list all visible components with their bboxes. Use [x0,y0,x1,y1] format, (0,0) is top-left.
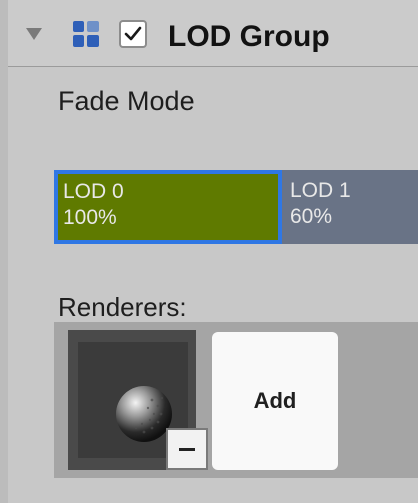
lod-1-percent: 60% [290,205,333,228]
lod-bar: LOD 0 100% LOD 1 60% [54,170,418,244]
minus-icon [179,447,195,451]
component-header[interactable]: LOD Group [8,0,418,67]
add-renderer-button[interactable]: Add [212,332,338,470]
renderers-label: Renderers: [58,292,187,322]
inspector-left-edge [0,0,8,503]
checkmark-icon [124,26,142,41]
remove-renderer-button[interactable] [166,428,208,470]
component-enabled-checkbox[interactable] [119,20,147,48]
lod-1-name: LOD 1 [290,179,351,202]
lod-group-inspector: LOD Group Fade Mode LOD 0 100% LOD 1 60%… [0,0,418,503]
renderer-item[interactable] [68,330,208,470]
fade-mode-label: Fade Mode [58,86,195,116]
lod-group-icon [73,21,99,47]
lod-0-percent: 100% [63,206,117,229]
lod-1-segment[interactable]: LOD 1 60% [282,170,418,244]
foldout-triangle-icon[interactable] [22,22,46,46]
component-title: LOD Group [168,20,330,53]
renderers-list: Add [54,322,418,478]
lod-0-segment[interactable]: LOD 0 100% [54,170,282,244]
sphere-mesh-icon [116,386,172,442]
lod-0-name: LOD 0 [63,180,124,203]
